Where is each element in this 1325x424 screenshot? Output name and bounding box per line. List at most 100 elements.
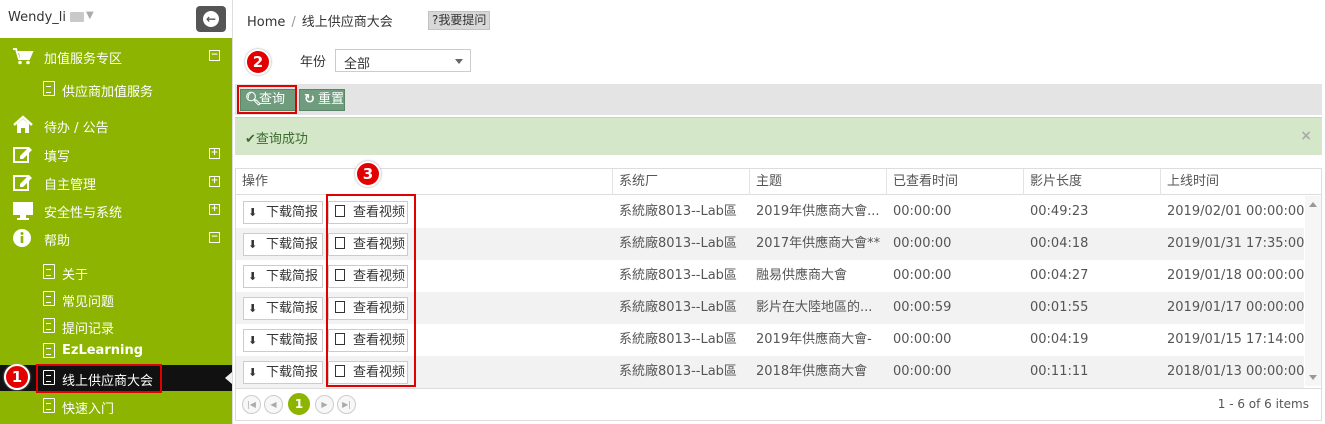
cell-vendor: 系統廠8013--Lab區 [619, 364, 737, 379]
sidebar-item-question-log[interactable]: 提问记录 [0, 313, 232, 339]
download-brief-label: 下载简报 [266, 269, 319, 284]
document-icon [335, 333, 345, 345]
chevron-down-icon[interactable]: ▼ [86, 10, 94, 21]
sidebar-section-help[interactable]: 帮助 − [0, 224, 232, 252]
download-icon: ⬇ [248, 334, 258, 347]
sidebar-item-ezlearning[interactable]: EzLearning [0, 338, 232, 364]
sidebar-section-label: 待办 / 公告 [44, 121, 109, 136]
column-header-viewed-time[interactable]: 已查看时间 [886, 169, 1023, 195]
column-header-vendor[interactable]: 系统厂 [612, 169, 749, 195]
breadcrumb: Home / 线上供应商大会 [247, 11, 393, 30]
sidebar-section-label: 填写 [44, 150, 71, 165]
column-header-online-time[interactable]: 上线时间 [1160, 169, 1304, 195]
download-brief-label: 下载简报 [266, 301, 319, 316]
vertical-scrollbar[interactable] [1305, 196, 1321, 386]
video-grid: 操作 系统厂 主题 已查看时间 影片长度 上线时间 ⬇ 下载简报 查看视频 系統廠… [235, 168, 1322, 421]
table-row: ⬇ 下载简报 查看视频 系統廠8013--Lab區 影片在大陸地區的... 00:… [236, 292, 1304, 324]
view-video-button[interactable]: 查看视频 [328, 329, 408, 352]
sidebar-item-label: 供应商加值服务 [62, 85, 154, 100]
year-select-value: 全部 [344, 57, 371, 72]
cell-online-time: 2018/01/13 00:00:00 [1167, 364, 1304, 379]
first-page-icon[interactable]: |◀ [242, 395, 261, 414]
scroll-down-icon[interactable] [1309, 375, 1317, 380]
sidebar-item-faq[interactable]: 常见问题 [0, 286, 232, 312]
query-button[interactable]: 🔍︎查询 [240, 89, 296, 111]
document-icon [43, 370, 55, 385]
document-icon [43, 264, 55, 279]
step-badge-2: 2 [245, 49, 271, 75]
column-header-video-length[interactable]: 影片长度 [1023, 169, 1160, 195]
download-icon: ⬇ [248, 206, 258, 219]
active-pointer [225, 372, 232, 384]
sidebar-item-label: 提问记录 [62, 322, 115, 337]
download-brief-button[interactable]: ⬇ 下载简报 [243, 233, 323, 256]
cell-online-time: 2019/01/15 17:14:00 [1167, 332, 1304, 347]
view-video-button[interactable]: 查看视频 [328, 361, 408, 384]
view-video-button[interactable]: 查看视频 [328, 233, 408, 256]
ask-question-button[interactable]: ?我要提问 [428, 11, 491, 30]
view-video-button[interactable]: 查看视频 [328, 297, 408, 320]
reset-button[interactable]: ↻ 重置 [299, 89, 345, 111]
cell-vendor: 系統廠8013--Lab區 [619, 300, 737, 315]
close-icon[interactable]: × [1300, 128, 1312, 144]
download-brief-button[interactable]: ⬇ 下载简报 [243, 361, 323, 384]
column-header-topic[interactable]: 主题 [749, 169, 886, 195]
sidebar-section-security[interactable]: 安全性与系统 + [0, 196, 232, 224]
collapse-icon[interactable]: − [209, 50, 220, 61]
cell-video-length: 00:04:19 [1030, 332, 1089, 347]
document-icon [43, 318, 55, 333]
arrow-left-icon: ← [203, 11, 219, 27]
refresh-icon: ↻ [304, 92, 315, 107]
sidebar-collapse-button[interactable]: ← [196, 6, 226, 32]
pager-info: 1 - 6 of 6 items [1217, 397, 1309, 411]
cell-vendor: 系統廠8013--Lab區 [619, 236, 737, 251]
document-icon [335, 301, 345, 313]
download-brief-button[interactable]: ⬇ 下载简报 [243, 265, 323, 288]
document-icon [43, 343, 55, 358]
download-brief-label: 下载简报 [266, 333, 319, 348]
download-brief-button[interactable]: ⬇ 下载简报 [243, 201, 323, 224]
info-icon [13, 229, 31, 247]
cell-video-length: 00:04:27 [1030, 268, 1089, 283]
sidebar-section-fill[interactable]: 填写 + [0, 140, 232, 168]
cell-viewed-time: 00:00:00 [893, 236, 952, 251]
user-name[interactable]: Wendy_li [8, 10, 66, 25]
current-page-number[interactable]: 1 [288, 393, 310, 415]
user-header: Wendy_li ▼ ← [0, 0, 232, 38]
expand-icon[interactable]: + [209, 148, 220, 159]
sidebar-item-online-conference[interactable]: 线上供应商大会 [0, 365, 232, 391]
cell-viewed-time: 00:00:59 [893, 300, 952, 315]
year-select[interactable]: 全部 [335, 49, 471, 72]
collapse-icon[interactable]: − [209, 232, 220, 243]
expand-icon[interactable]: + [209, 204, 220, 215]
scroll-up-icon[interactable] [1309, 202, 1317, 207]
prev-page-icon[interactable]: ◀ [264, 395, 283, 414]
sidebar-item-label: 关于 [62, 268, 89, 283]
last-page-icon[interactable]: ▶| [337, 395, 356, 414]
view-video-label: 查看视频 [353, 269, 406, 284]
expand-icon[interactable]: + [209, 176, 220, 187]
cell-topic: 2019年供應商大會... [756, 204, 880, 219]
sidebar-item-label: 线上供应商大会 [62, 374, 154, 389]
next-page-icon[interactable]: ▶ [315, 395, 334, 414]
sidebar-section-self-management[interactable]: 自主管理 + [0, 168, 232, 196]
view-video-button[interactable]: 查看视频 [328, 201, 408, 224]
view-video-button[interactable]: 查看视频 [328, 265, 408, 288]
cell-online-time: 2019/01/18 00:00:00 [1167, 268, 1304, 283]
cell-online-time: 2019/01/31 17:35:00 [1167, 236, 1304, 251]
edit-icon [13, 175, 32, 191]
sidebar-item-quick-start[interactable]: 快速入门 [0, 393, 232, 419]
sidebar-section-value-added[interactable]: 加值服务专区 − [0, 42, 232, 70]
download-brief-button[interactable]: ⬇ 下载简报 [243, 297, 323, 320]
mail-icon[interactable] [70, 12, 84, 22]
breadcrumb-home[interactable]: Home [247, 15, 285, 30]
column-header-action[interactable]: 操作 [236, 169, 612, 195]
sidebar-section-todo[interactable]: 待办 / 公告 [0, 111, 232, 139]
table-row: ⬇ 下载简报 查看视频 系統廠8013--Lab區 2018年供應商大會 00:0… [236, 356, 1304, 388]
sidebar-item-value-added-service[interactable]: 供应商加值服务 [0, 76, 232, 102]
download-icon: ⬇ [248, 270, 258, 283]
sidebar-section-label: 安全性与系统 [44, 206, 123, 221]
download-brief-button[interactable]: ⬇ 下载简报 [243, 329, 323, 352]
download-brief-label: 下载简报 [266, 365, 319, 380]
sidebar-item-about[interactable]: 关于 [0, 259, 232, 285]
